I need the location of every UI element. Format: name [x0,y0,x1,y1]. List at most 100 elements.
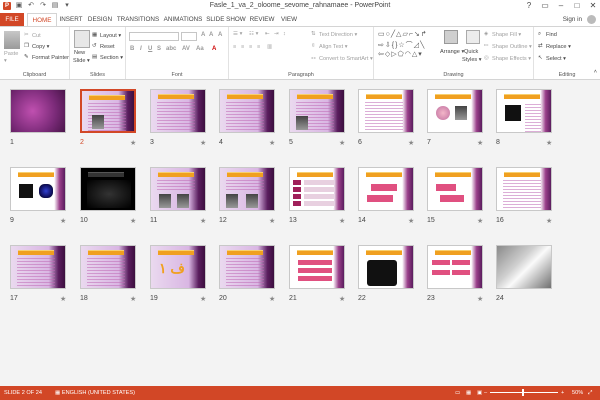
tab-slide-show[interactable]: SLIDE SHOW [206,13,246,26]
increase-indent-icon[interactable]: ⇥ [274,31,279,37]
maximize-icon[interactable]: □ [572,1,582,11]
view-normal-icon[interactable]: ▭ [455,386,460,400]
slide-thumbnail-10[interactable] [80,167,136,211]
text-direction-button[interactable]: ⇅ Text Direction ▾ [311,31,357,38]
change-case-icon[interactable]: Aa [196,46,204,52]
slide-thumbnail-9[interactable] [10,167,66,211]
bold-icon[interactable]: B [130,46,134,52]
paste-icon[interactable] [4,31,20,49]
font-size-combo[interactable] [181,32,197,41]
slide-thumbnail-18[interactable] [80,245,136,289]
align-center-icon[interactable]: ≡ [241,44,244,50]
align-text-button[interactable]: ⇳ Align Text ▾ [311,43,348,50]
underline-icon[interactable]: U [148,46,152,52]
slide-thumbnail-2[interactable] [80,89,136,133]
fit-to-window-icon[interactable]: ⤢ [588,386,592,400]
new-slide-icon[interactable] [74,30,90,48]
slide-thumbnail-13[interactable] [289,167,345,211]
minimize-icon[interactable]: – [556,1,566,11]
justify-icon[interactable]: ≡ [257,44,260,50]
slide-thumbnail-24[interactable] [496,245,552,289]
tab-home[interactable]: HOME [27,13,57,26]
convert-smartart-button[interactable]: ⚏ Convert to SmartArt ▾ [311,55,373,62]
layout-button[interactable]: ▦ Layout ▾ [92,32,121,39]
char-spacing-icon[interactable]: AV [182,46,190,52]
format-painter-button[interactable]: ✎ Format Painter [24,54,69,61]
bullets-icon[interactable]: ☰ ▾ [233,31,242,37]
grow-font-icon[interactable]: A [201,32,205,38]
slide-thumbnail-3[interactable] [150,89,206,133]
arrange-button[interactable]: Arrange ▾ [440,49,464,55]
view-slideshow-icon[interactable]: ▣ [477,386,482,400]
strikethrough-icon[interactable]: abc [166,46,176,52]
slide-thumbnail-4[interactable] [219,89,275,133]
tab-file[interactable]: FILE [0,13,24,26]
shrink-font-icon[interactable]: A [209,32,213,38]
slide-thumbnail-8[interactable] [496,89,552,133]
tab-animations[interactable]: ANIMATIONS [162,13,204,26]
slide-thumbnail-11[interactable] [150,167,206,211]
shape-outline-button[interactable]: ✏ Shape Outline ▾ [484,43,532,50]
slide-thumbnail-14[interactable] [358,167,414,211]
view-sorter-icon[interactable]: ▦ [466,386,471,400]
clear-format-icon[interactable]: A [218,32,222,38]
quick-styles-button[interactable]: Quick [464,49,478,55]
zoom-slider-thumb[interactable] [522,389,524,396]
slide-thumbnail-1[interactable] [10,89,66,133]
tab-design[interactable]: DESIGN [86,13,114,26]
slide-thumbnail-15[interactable] [427,167,483,211]
font-name-combo[interactable] [129,32,179,41]
shapes-gallery-row-2[interactable]: ⇨⇩{}☆⌒◿╲ [378,40,425,50]
tab-insert[interactable]: INSERT [58,13,84,26]
slide-thumbnail-20[interactable] [219,245,275,289]
collapse-ribbon-icon[interactable]: ˄ [594,69,597,75]
slide-count-status[interactable]: SLIDE 2 OF 24 [4,386,42,400]
sign-in-link[interactable]: Sign in [563,16,582,23]
zoom-in-icon[interactable]: + [561,386,564,400]
zoom-out-icon[interactable]: – [484,386,487,400]
zoom-slider[interactable] [490,392,558,393]
shape-effects-button[interactable]: ◎ Shape Effects ▾ [484,55,531,62]
shapes-gallery-row-3[interactable]: ⇦◇▷⬠◠△▾ [378,50,423,58]
shapes-gallery-row-1[interactable]: ▭○╱△▱⌐↘↱ [378,30,428,38]
shadow-icon[interactable]: S [157,46,161,52]
italic-icon[interactable]: I [140,46,142,52]
align-right-icon[interactable]: ≡ [249,44,252,50]
columns-icon[interactable]: ▥ [267,44,272,50]
zoom-level[interactable]: 50% [572,386,583,400]
arrange-icon[interactable] [444,30,458,44]
replace-button[interactable]: ⇄ Replace ▾ [538,43,571,50]
ribbon-display-icon[interactable]: ▭ [540,1,550,11]
slide-thumbnail-22[interactable] [358,245,414,289]
slide-thumbnail-23[interactable] [427,245,483,289]
slide-thumbnail-7[interactable] [427,89,483,133]
decrease-indent-icon[interactable]: ⇤ [265,31,270,37]
new-slide-button[interactable]: New [74,50,85,56]
tab-transitions[interactable]: TRANSITIONS [116,13,160,26]
slide-thumbnail-12[interactable] [219,167,275,211]
help-icon[interactable]: ? [524,1,534,11]
slide-thumbnail-19[interactable]: ف ۱ [150,245,206,289]
paste-dropdown-icon[interactable]: ▾ [4,58,7,64]
tab-view[interactable]: VIEW [278,13,300,26]
slide-thumbnail-5[interactable] [289,89,345,133]
numbering-icon[interactable]: ☷ ▾ [249,31,258,37]
section-button[interactable]: ▤ Section ▾ [92,54,123,61]
paste-button[interactable]: Paste [4,51,18,57]
reset-button[interactable]: ↺ Reset [92,43,115,50]
shape-fill-button[interactable]: ◈ Shape Fill ▾ [484,31,521,38]
new-slide-dropdown[interactable]: Slide ▾ [73,58,90,64]
select-button[interactable]: ↖ Select ▾ [538,55,566,62]
slide-thumbnail-6[interactable] [358,89,414,133]
font-color-icon[interactable]: A [212,46,216,52]
close-icon[interactable]: ✕ [588,1,598,11]
quick-styles-icon[interactable] [466,30,480,44]
cut-button[interactable]: ✂ Cut [24,32,41,39]
avatar[interactable] [587,15,596,24]
align-left-icon[interactable]: ≡ [233,44,236,50]
slide-thumbnail-16[interactable] [496,167,552,211]
find-button[interactable]: ⌕ Find [538,31,557,38]
language-status[interactable]: ▦ ENGLISH (UNITED STATES) [55,386,135,400]
tab-review[interactable]: REVIEW [248,13,276,26]
copy-button[interactable]: ❐ Copy ▾ [24,43,49,50]
